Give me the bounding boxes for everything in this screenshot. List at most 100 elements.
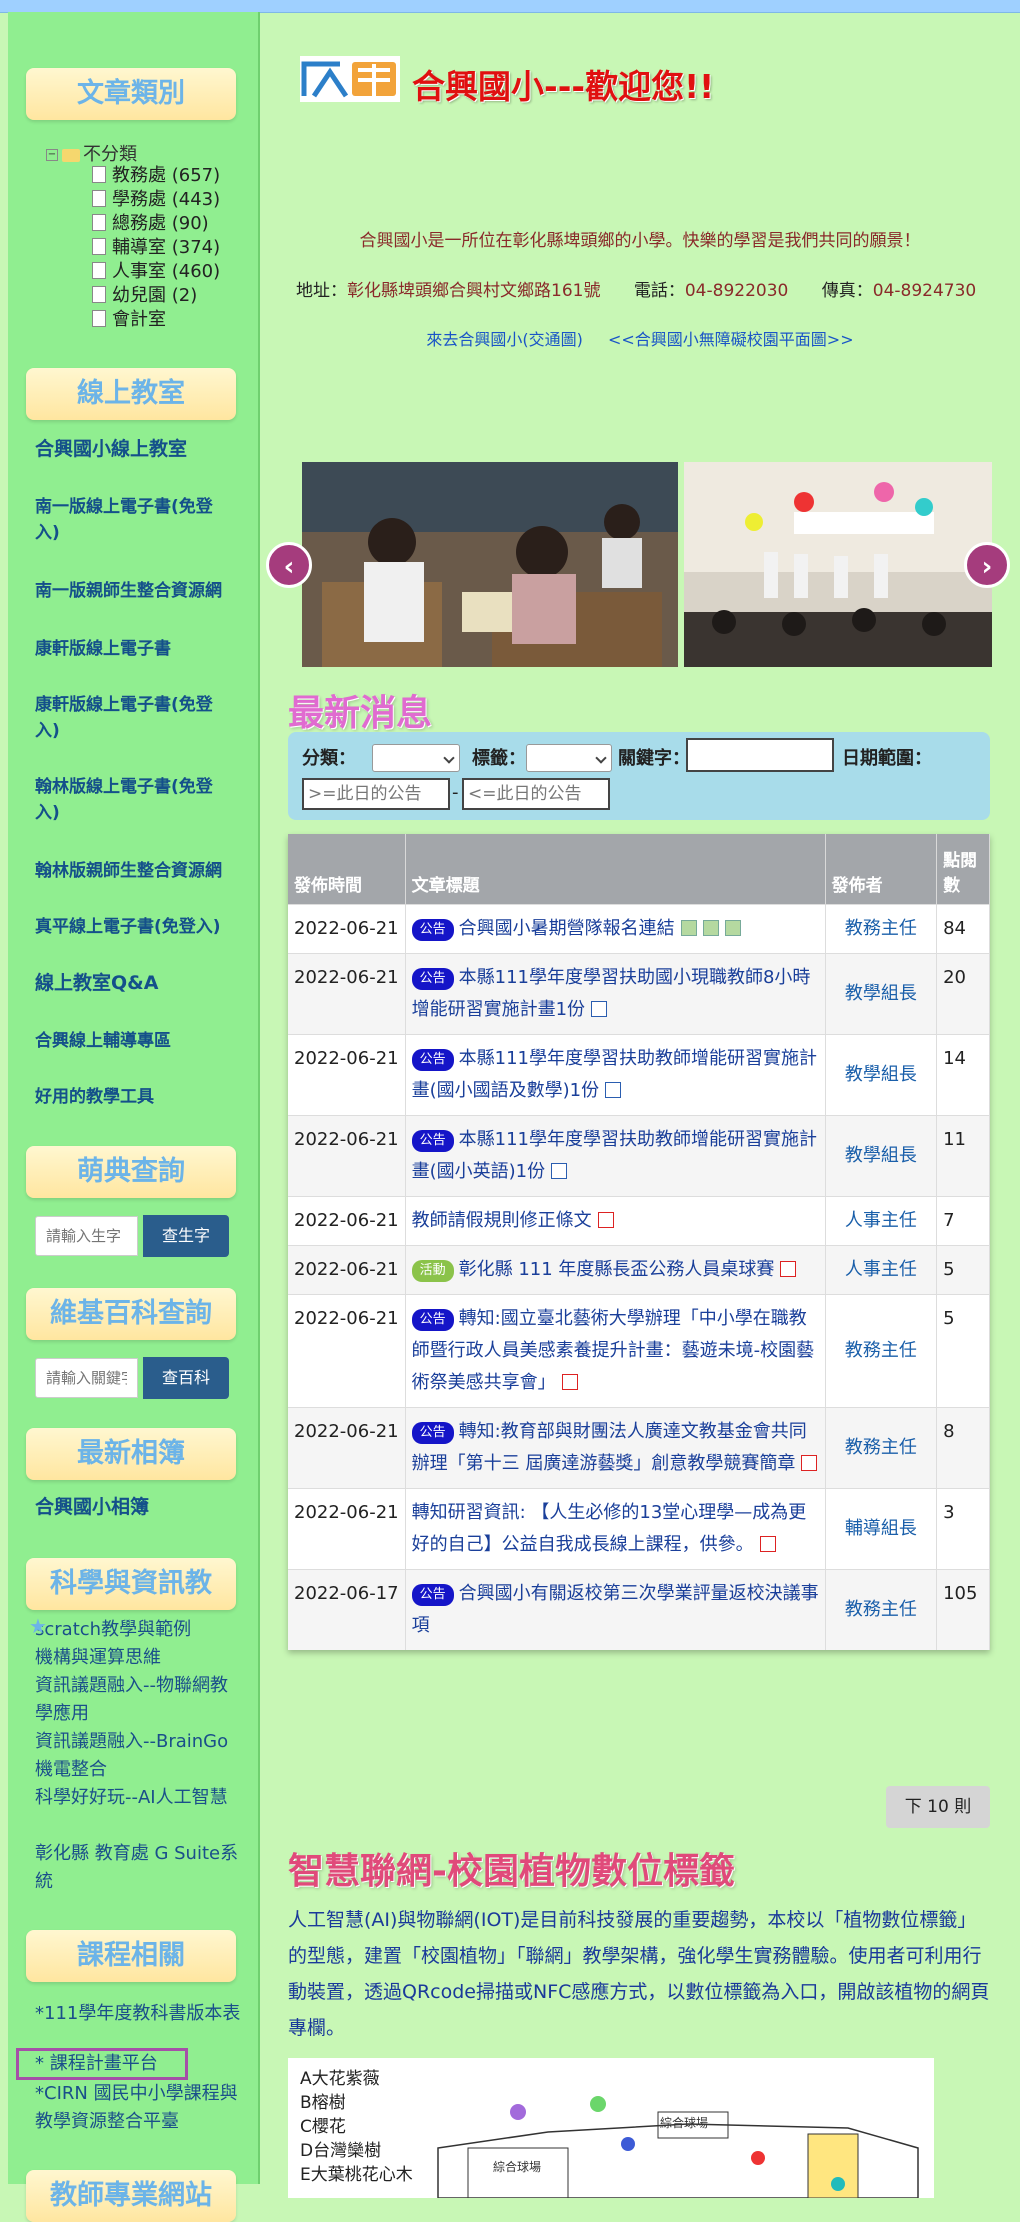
tag-select[interactable] xyxy=(526,744,612,772)
cell-publisher[interactable]: 教務主任 xyxy=(825,904,938,954)
word-attachment-icon[interactable] xyxy=(605,1082,622,1098)
table-row[interactable]: 2022-06-21 公告 轉知:教育部與財團法人廣達文教基金會共同辦理「第十三 屆… xyxy=(288,1407,990,1489)
category-select[interactable] xyxy=(372,744,460,772)
category-item[interactable]: 總務處 (90) xyxy=(92,212,209,236)
online-link-1[interactable]: 合興國小線上教室 xyxy=(35,436,235,462)
cell-title[interactable]: 轉知研習資訊: 【人生必修的13堂心理學—成為更好的自己】公益自我成長線上課程，… xyxy=(405,1488,826,1570)
cell-publisher[interactable]: 教學組長 xyxy=(825,953,938,1035)
cell-title[interactable]: 公告 合興國小有關返校第三次學業評量返校決議事項 xyxy=(405,1569,826,1650)
online-link-3[interactable]: 南一版親師生整合資源網 xyxy=(35,578,235,604)
article-title-link[interactable]: 合興國小有關返校第三次學業評量返校決議事項 xyxy=(412,1583,819,1636)
table-row[interactable]: 2022-06-21 公告 本縣111學年度學習扶助教師增能研習實施計畫(國小國語及… xyxy=(288,1034,990,1116)
table-row[interactable]: 2022-06-21 公告 合興國小暑期營隊報名連結 教務主任 84 xyxy=(288,904,990,954)
online-link-7[interactable]: 翰林版親師生整合資源網 xyxy=(35,858,235,884)
science-link-6[interactable]: 彰化縣 教育處 G Suite系統 xyxy=(35,1840,245,1896)
date-to-input[interactable]: <=此日的公告 xyxy=(462,778,610,810)
image-attachment-icon[interactable] xyxy=(724,920,741,936)
table-row[interactable]: 2022-06-21 公告 轉知:國立臺北藝術大學辦理「中小學在職教師暨行政人員美感… xyxy=(288,1294,990,1408)
online-link-6[interactable]: 翰林版線上電子書(免登入) xyxy=(35,774,235,826)
carousel-photo-classroom[interactable] xyxy=(302,462,678,667)
course-link-1[interactable]: *111學年度教科書版本表 xyxy=(35,2000,245,2028)
next-page-button[interactable]: 下 10 則 xyxy=(886,1786,990,1828)
pdf-attachment-icon[interactable] xyxy=(801,1455,818,1471)
cell-title[interactable]: 公告 本縣111學年度學習扶助教師增能研習實施計畫(國小英語)1份 xyxy=(405,1115,826,1197)
category-root[interactable]: − 不分類 xyxy=(46,140,137,166)
course-link-2[interactable]: * 課程計畫平台 xyxy=(35,2050,245,2078)
pdf-attachment-icon[interactable] xyxy=(597,1212,614,1228)
word-attachment-icon[interactable] xyxy=(591,1001,608,1017)
wiki-search-button[interactable]: 查百科 xyxy=(143,1357,229,1399)
cell-publisher[interactable]: 教學組長 xyxy=(825,1034,938,1116)
online-link-11[interactable]: 好用的教學工具 xyxy=(35,1084,235,1110)
word-attachment-icon[interactable] xyxy=(551,1163,568,1179)
table-row[interactable]: 2022-06-21 公告 本縣111學年度學習扶助國小現職教師8小時增能研習實施計… xyxy=(288,953,990,1035)
col-title[interactable]: 文章標題 xyxy=(405,834,826,905)
category-item[interactable]: 會計室 xyxy=(92,308,166,332)
wiki-search-input[interactable] xyxy=(35,1358,138,1398)
article-title-link[interactable]: 本縣111學年度學習扶助國小現職教師8小時增能研習實施計畫1份 xyxy=(412,967,811,1020)
cell-publisher[interactable]: 教務主任 xyxy=(825,1294,938,1408)
pdf-attachment-icon[interactable] xyxy=(561,1374,578,1390)
article-title-link[interactable]: 本縣111學年度學習扶助教師增能研習實施計畫(國小英語)1份 xyxy=(412,1129,817,1182)
cell-publisher[interactable]: 教務主任 xyxy=(825,1569,938,1650)
table-row[interactable]: 2022-06-21 轉知研習資訊: 【人生必修的13堂心理學—成為更好的自己】公… xyxy=(288,1488,990,1570)
cell-publisher[interactable]: 教務主任 xyxy=(825,1407,938,1489)
carousel-photo-performance[interactable] xyxy=(684,462,992,667)
carousel-prev-button[interactable]: ‹ xyxy=(266,542,312,588)
pdf-attachment-icon[interactable] xyxy=(759,1536,776,1552)
article-title-link[interactable]: 轉知研習資訊: 【人生必修的13堂心理學—成為更好的自己】公益自我成長線上課程，… xyxy=(412,1502,807,1555)
science-link-2[interactable]: 機構與運算思維 xyxy=(35,1644,245,1672)
date-from-input[interactable]: >=此日的公告 xyxy=(302,778,450,810)
cell-publisher[interactable]: 教學組長 xyxy=(825,1115,938,1197)
science-link-3[interactable]: 資訊議題融入--物聯網教學應用 xyxy=(35,1672,245,1728)
category-item[interactable]: 學務處 (443) xyxy=(92,188,220,212)
cell-publisher[interactable]: 輔導組長 xyxy=(825,1488,938,1570)
cell-publisher[interactable]: 人事主任 xyxy=(825,1245,938,1295)
science-link-4[interactable]: 資訊議題融入--BrainGo機電整合 xyxy=(35,1728,245,1784)
science-link-1[interactable]: ★ scratch教學與範例 xyxy=(29,1614,245,1644)
campus-map-link[interactable]: <<合興國小無障礙校園平面圖>> xyxy=(608,330,854,349)
online-link-5[interactable]: 康軒版線上電子書(免登入) xyxy=(35,692,235,744)
cell-title[interactable]: 公告 轉知:教育部與財團法人廣達文教基金會共同辦理「第十三 屆廣達游藝獎」創意教學… xyxy=(405,1407,826,1489)
category-item[interactable]: 幼兒園 (2) xyxy=(92,284,197,308)
online-link-10[interactable]: 合興線上輔導專區 xyxy=(35,1028,235,1054)
article-title-link[interactable]: 教師請假規則修正條文 xyxy=(412,1210,592,1231)
cell-title[interactable]: 公告 本縣111學年度學習扶助國小現職教師8小時增能研習實施計畫1份 xyxy=(405,953,826,1035)
course-link-3[interactable]: *CIRN 國民中小學課程與教學資源整合平臺 xyxy=(35,2080,245,2136)
image-attachment-icon[interactable] xyxy=(680,920,697,936)
cell-title[interactable]: 公告 本縣111學年度學習扶助教師增能研習實施計畫(國小國語及數學)1份 xyxy=(405,1034,826,1116)
cell-title[interactable]: 教師請假規則修正條文 xyxy=(405,1196,826,1246)
cell-publisher[interactable]: 人事主任 xyxy=(825,1196,938,1246)
category-item[interactable]: 教務處 (657) xyxy=(92,164,220,188)
col-hits[interactable]: 點閱數 xyxy=(936,834,990,905)
online-link-4[interactable]: 康軒版線上電子書 xyxy=(35,636,235,662)
campus-plant-map[interactable]: A大花紫薇 B榕樹 C櫻花 D台灣欒樹 E大葉桃花心木 綜合球場 綜合球場 xyxy=(288,2058,934,2198)
table-row[interactable]: 2022-06-21 教師請假規則修正條文 人事主任 7 xyxy=(288,1196,990,1246)
album-link[interactable]: 合興國小相簿 xyxy=(35,1494,235,1520)
science-link-5[interactable]: 科學好好玩--AI人工智慧 xyxy=(35,1784,245,1812)
cell-title[interactable]: 活動 彰化縣 111 年度縣長盃公務人員桌球賽 xyxy=(405,1245,826,1295)
image-attachment-icon[interactable] xyxy=(702,920,719,936)
table-row[interactable]: 2022-06-17 公告 合興國小有關返校第三次學業評量返校決議事項 教務主任 105 xyxy=(288,1569,990,1650)
keyword-input[interactable] xyxy=(686,738,834,772)
online-link-2[interactable]: 南一版線上電子書(免登入) xyxy=(35,494,235,546)
article-title-link[interactable]: 合興國小暑期營隊報名連結 xyxy=(459,918,675,939)
moedict-search-input[interactable] xyxy=(35,1216,138,1256)
article-title-link[interactable]: 轉知:國立臺北藝術大學辦理「中小學在職教師暨行政人員美感素養提升計畫：藝遊未境-… xyxy=(412,1308,815,1393)
online-link-9[interactable]: 線上教室Q&A xyxy=(35,970,235,996)
article-title-link[interactable]: 彰化縣 111 年度縣長盃公務人員桌球賽 xyxy=(459,1259,775,1280)
online-link-8[interactable]: 真平線上電子書(免登入) xyxy=(35,914,235,940)
col-date[interactable]: 發佈時間 xyxy=(288,834,406,905)
table-row[interactable]: 2022-06-21 活動 彰化縣 111 年度縣長盃公務人員桌球賽 人事主任 5 xyxy=(288,1245,990,1295)
cell-title[interactable]: 公告 合興國小暑期營隊報名連結 xyxy=(405,904,826,954)
category-item[interactable]: 人事室 (460) xyxy=(92,260,220,284)
cell-title[interactable]: 公告 轉知:國立臺北藝術大學辦理「中小學在職教師暨行政人員美感素養提升計畫：藝遊未… xyxy=(405,1294,826,1408)
collapse-icon[interactable]: − xyxy=(46,149,58,161)
moedict-search-button[interactable]: 查生字 xyxy=(143,1215,229,1257)
col-publisher[interactable]: 發佈者 xyxy=(825,834,938,905)
category-item[interactable]: 輔導室 (374) xyxy=(92,236,220,260)
traffic-link[interactable]: 來去合興國小(交通圖) xyxy=(426,330,583,349)
article-title-link[interactable]: 轉知:教育部與財團法人廣達文教基金會共同辦理「第十三 屆廣達游藝獎」創意教學競賽… xyxy=(412,1421,807,1474)
carousel-next-button[interactable]: › xyxy=(964,542,1010,588)
pdf-attachment-icon[interactable] xyxy=(780,1261,797,1277)
